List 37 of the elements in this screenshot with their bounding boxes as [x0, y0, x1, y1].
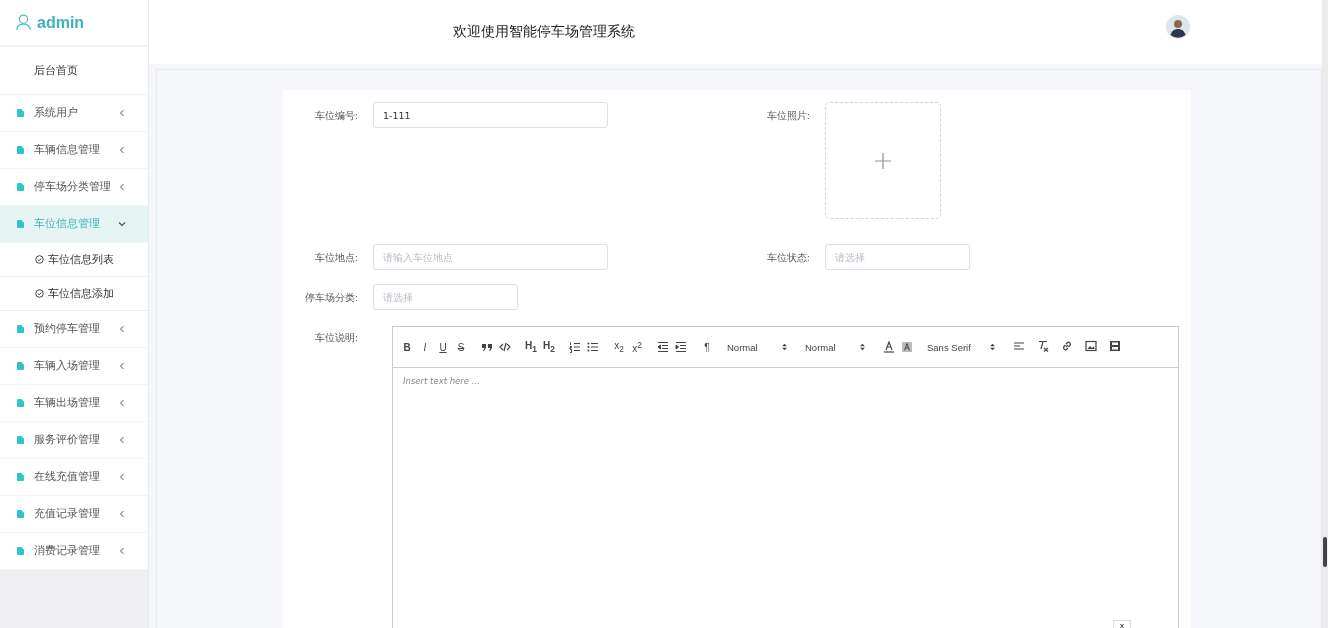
- format-button[interactable]: U: [437, 341, 449, 353]
- script-button[interactable]: x$_{2}$: [613, 340, 625, 354]
- field-label: 车位编号:: [313, 109, 358, 123]
- menu-item[interactable]: 充值记录管理: [0, 496, 148, 533]
- toolbar-select[interactable]: Normal: [727, 341, 791, 353]
- menu-item[interactable]: 车辆入场管理: [0, 348, 148, 385]
- menu-item[interactable]: 预约停车管理: [0, 311, 148, 348]
- field-label: 车位说明:: [313, 331, 358, 345]
- heading-button[interactable]: H$_{2}$: [543, 340, 555, 354]
- field-label: 停车场分类:: [303, 291, 358, 305]
- page-title: 欢迎使用智能停车场管理系统: [453, 23, 635, 41]
- menu-item[interactable]: 服务评价管理: [0, 422, 148, 459]
- toolbar-select[interactable]: Normal: [805, 341, 869, 353]
- menu-item[interactable]: 车辆出场管理: [0, 385, 148, 422]
- number-input[interactable]: 1-111: [373, 102, 608, 128]
- toolbar-select[interactable]: Sans Serif: [927, 341, 999, 353]
- close-button[interactable]: x: [1113, 620, 1131, 628]
- submenu-item[interactable]: 车位信息添加: [0, 277, 148, 311]
- script-button[interactable]: x$^{2}$: [631, 339, 643, 355]
- category-select[interactable]: 请选择: [373, 284, 518, 310]
- admin-name: admin: [37, 13, 85, 32]
- menu-item[interactable]: 后台首页: [0, 47, 148, 95]
- format-button[interactable]: B: [401, 341, 413, 353]
- location-input[interactable]: 请输入车位地点: [373, 244, 608, 270]
- submenu-item[interactable]: 车位信息列表: [0, 243, 148, 277]
- format-button[interactable]: S: [455, 341, 467, 353]
- menu-item[interactable]: 车辆信息管理: [0, 132, 148, 169]
- editor-field[interactable]: Insert text here ...: [393, 368, 1178, 394]
- menu-item[interactable]: 系统用户: [0, 95, 148, 132]
- field-label: 车位照片:: [765, 109, 810, 123]
- field-label: 车位状态:: [765, 251, 810, 265]
- direction-button[interactable]: ¶: [701, 341, 713, 353]
- menu-item[interactable]: 在线充值管理: [0, 459, 148, 496]
- status-select[interactable]: 请选择: [825, 244, 970, 270]
- format-button[interactable]: I: [419, 341, 431, 353]
- field-label: 车位地点:: [313, 251, 358, 265]
- heading-button[interactable]: H$_{1}$: [525, 340, 537, 354]
